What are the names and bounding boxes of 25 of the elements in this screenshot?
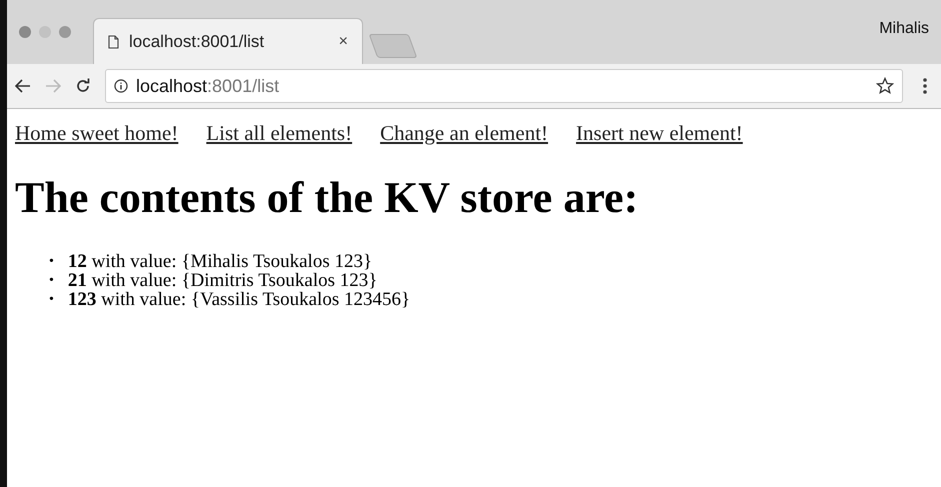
close-window-button[interactable] <box>19 26 31 38</box>
menu-icon[interactable] <box>923 78 927 94</box>
bookmark-star-icon[interactable] <box>876 77 894 95</box>
info-icon <box>114 79 128 93</box>
page-heading: The contents of the KV store are: <box>15 172 640 224</box>
zoom-window-button[interactable] <box>59 26 71 38</box>
tab-close-button[interactable]: × <box>338 32 348 50</box>
nav-link[interactable]: Home sweet home! <box>15 121 178 146</box>
nav-link[interactable]: Change an element! <box>380 121 548 146</box>
tab-title: localhost:8001/list <box>129 32 266 52</box>
reload-icon[interactable] <box>75 78 91 94</box>
list-item: 12 with value: {Mihalis Tsoukalos 123} <box>68 252 372 272</box>
profile-name[interactable]: Mihalis <box>879 20 929 38</box>
list-item: 21 with value: {Dimitris Tsoukalos 123} <box>68 271 378 291</box>
bullet: • <box>49 253 54 271</box>
browser-tab[interactable]: localhost:8001/list × <box>93 18 363 64</box>
bullet: • <box>49 291 54 309</box>
list-item: 123 with value: {Vassilis Tsoukalos 123456} <box>68 290 410 310</box>
page-icon <box>108 34 119 48</box>
back-icon[interactable] <box>15 79 31 93</box>
url-text: localhost:8001/list <box>136 76 280 96</box>
nav-link[interactable]: Insert new element! <box>576 121 743 146</box>
nav-link[interactable]: List all elements! <box>206 121 352 146</box>
address-bar[interactable]: localhost:8001/list <box>105 69 903 103</box>
bullet: • <box>49 272 54 290</box>
